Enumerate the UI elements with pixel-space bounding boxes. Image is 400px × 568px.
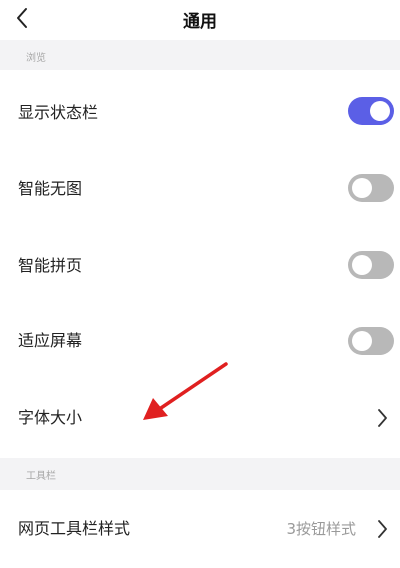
toggle-knob bbox=[352, 331, 372, 351]
toggle-knob bbox=[352, 255, 372, 275]
smart-no-images-toggle[interactable] bbox=[348, 174, 394, 202]
top-bar: 通用 bbox=[0, 0, 400, 38]
show-status-bar-toggle[interactable] bbox=[348, 97, 394, 125]
row-smart-page-stitch: 智能拼页 bbox=[0, 226, 400, 304]
fit-screen-toggle[interactable] bbox=[348, 327, 394, 355]
section-header-browse: 浏览 bbox=[0, 40, 400, 70]
row-show-status-bar: 显示状态栏 bbox=[0, 72, 400, 150]
chevron-right-icon bbox=[378, 409, 387, 427]
toggle-knob bbox=[352, 178, 372, 198]
row-web-toolbar-style[interactable]: 网页工具栏样式 3按钮样式 bbox=[0, 490, 400, 568]
row-label: 智能拼页 bbox=[18, 256, 83, 275]
row-fit-screen: 适应屏幕 bbox=[0, 304, 400, 380]
section-header-toolbar: 工具栏 bbox=[0, 458, 400, 490]
smart-page-stitch-toggle[interactable] bbox=[348, 251, 394, 279]
row-label: 字体大小 bbox=[18, 408, 83, 427]
row-label: 智能无图 bbox=[18, 179, 83, 198]
row-smart-no-images: 智能无图 bbox=[0, 150, 400, 226]
row-font-size[interactable]: 字体大小 bbox=[0, 380, 400, 458]
section-label: 浏览 bbox=[26, 53, 46, 64]
section-label: 工具栏 bbox=[26, 471, 56, 482]
settings-page: 通用 浏览 显示状态栏 智能无图 智能拼页 适应屏幕 字体大小 工具栏 网页工具… bbox=[0, 0, 400, 568]
row-value: 3按钮样式 bbox=[286, 520, 356, 538]
page-title: 通用 bbox=[183, 12, 217, 32]
row-label: 适应屏幕 bbox=[18, 331, 83, 350]
chevron-right-icon bbox=[378, 520, 387, 538]
toggle-knob bbox=[370, 101, 390, 121]
row-label: 网页工具栏样式 bbox=[18, 519, 131, 538]
row-label: 显示状态栏 bbox=[18, 103, 99, 122]
